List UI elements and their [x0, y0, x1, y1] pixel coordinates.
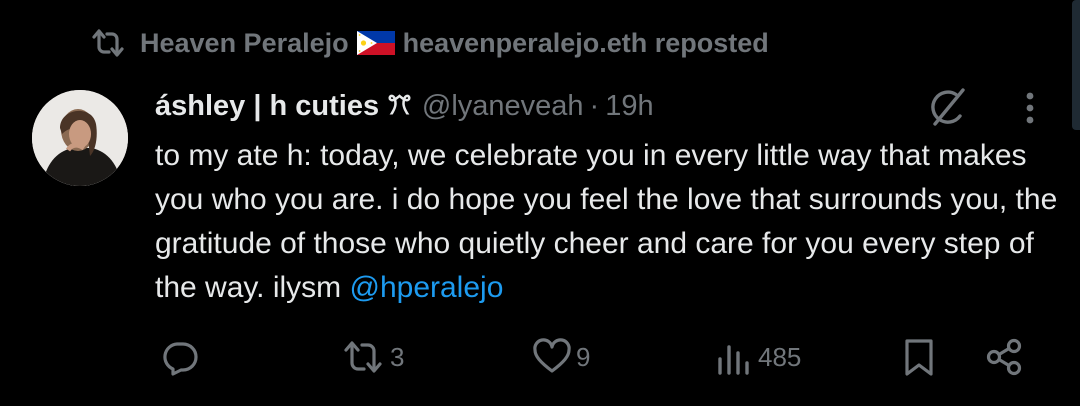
separator-dot: ·: [589, 89, 600, 122]
heart-icon: [533, 338, 571, 373]
action-bar: 3 9 485: [0, 334, 1080, 380]
repost-text[interactable]: Heaven Peralejo heavenperalejo.eth repos…: [140, 28, 769, 59]
tweet-header: áshley | h cuties ꔫ @lyaneveah · 19h: [155, 86, 654, 126]
like-button[interactable]: 9: [532, 334, 590, 380]
repost-indicator: Heaven Peralejo heavenperalejo.eth repos…: [88, 26, 769, 60]
display-name[interactable]: áshley | h cuties: [155, 90, 379, 123]
tweet-text: to my ate h: today, we celebrate you in …: [155, 134, 1060, 310]
repost-count: 3: [390, 341, 405, 372]
avatar[interactable]: [32, 90, 128, 186]
like-count: 9: [576, 341, 591, 372]
repost-button[interactable]: 3: [340, 334, 404, 380]
user-handle[interactable]: @lyaneveah: [422, 90, 584, 123]
bookmark-button[interactable]: [900, 334, 938, 380]
reply-button[interactable]: [160, 334, 204, 380]
timestamp[interactable]: 19h: [605, 90, 653, 123]
tweet-body: to my ate h: today, we celebrate you in …: [155, 139, 1058, 304]
repost-icon: [88, 26, 128, 60]
views-button[interactable]: 485: [714, 334, 801, 380]
scrollbar[interactable]: [1072, 0, 1080, 130]
more-options-icon[interactable]: [1012, 88, 1048, 128]
share-button[interactable]: [985, 334, 1025, 380]
name-emoji: ꔫ: [387, 90, 412, 120]
reposter-name[interactable]: Heaven Peralejo: [140, 28, 349, 59]
reposted-label: heavenperalejo.eth reposted: [402, 27, 769, 58]
philippines-flag-icon: [356, 31, 395, 55]
mention-link[interactable]: @hperalejo: [350, 271, 504, 304]
repost-icon: [344, 341, 382, 373]
analytics-icon: [718, 345, 749, 375]
bookmark-icon: [905, 339, 933, 376]
grok-icon[interactable]: [925, 84, 971, 130]
reply-icon: [163, 342, 198, 376]
share-icon: [986, 338, 1022, 376]
views-count: 485: [758, 341, 802, 372]
